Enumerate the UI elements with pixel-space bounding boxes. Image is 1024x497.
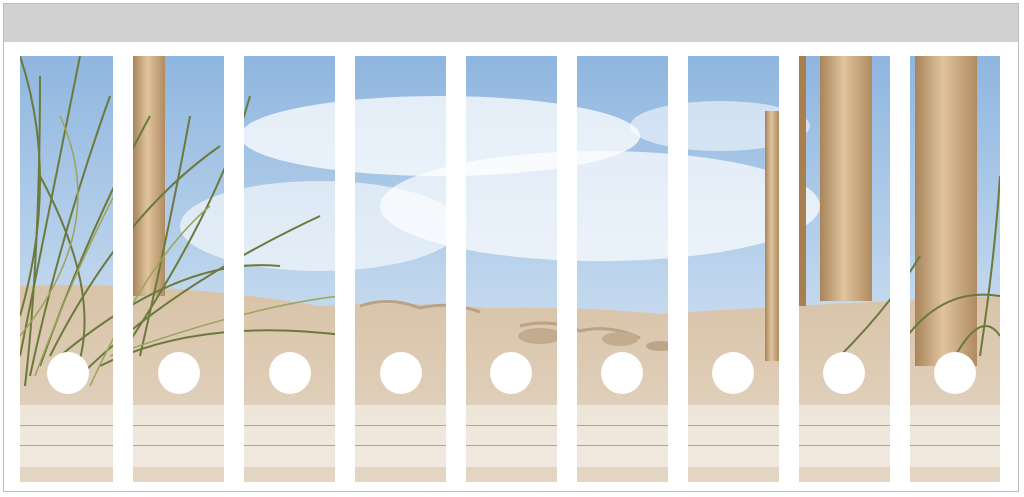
label-rule bbox=[244, 425, 335, 426]
label-rule bbox=[688, 445, 779, 446]
finger-hole bbox=[823, 352, 865, 394]
finger-hole bbox=[47, 352, 89, 394]
spine-label-field[interactable] bbox=[244, 405, 335, 467]
spine-label-field[interactable] bbox=[20, 405, 113, 467]
spine-separator bbox=[335, 56, 355, 482]
spine-label-field[interactable] bbox=[355, 405, 446, 467]
spine-separator bbox=[557, 56, 577, 482]
spine-label-field[interactable] bbox=[910, 405, 1000, 467]
spine-separator bbox=[779, 56, 799, 482]
finger-hole bbox=[934, 352, 976, 394]
label-rule bbox=[20, 425, 113, 426]
finger-hole bbox=[490, 352, 532, 394]
spine-label-field[interactable] bbox=[688, 405, 779, 467]
label-rule bbox=[355, 425, 446, 426]
label-rule bbox=[799, 445, 890, 446]
label-rule bbox=[133, 425, 224, 426]
spine-separator bbox=[224, 56, 244, 482]
finger-hole bbox=[601, 352, 643, 394]
label-rule bbox=[577, 445, 668, 446]
spine-label-field[interactable] bbox=[133, 405, 224, 467]
finger-hole bbox=[380, 352, 422, 394]
label-rule bbox=[133, 445, 224, 446]
label-rule bbox=[688, 425, 779, 426]
finger-hole bbox=[712, 352, 754, 394]
header-band bbox=[4, 4, 1018, 42]
label-rule bbox=[577, 425, 668, 426]
spine-separator bbox=[668, 56, 688, 482]
spine-label-field[interactable] bbox=[466, 405, 557, 467]
label-rule bbox=[466, 425, 557, 426]
label-rule bbox=[466, 445, 557, 446]
finger-hole bbox=[269, 352, 311, 394]
label-rule bbox=[20, 445, 113, 446]
label-rule bbox=[355, 445, 446, 446]
spine-separator bbox=[890, 56, 910, 482]
label-rule bbox=[799, 425, 890, 426]
spine-separator bbox=[446, 56, 466, 482]
spine-label-field[interactable] bbox=[799, 405, 890, 467]
spine-separator bbox=[113, 56, 133, 482]
spine-label-field[interactable] bbox=[577, 405, 668, 467]
finger-hole bbox=[158, 352, 200, 394]
label-rule bbox=[910, 425, 1000, 426]
label-rule bbox=[244, 445, 335, 446]
label-rule bbox=[910, 445, 1000, 446]
